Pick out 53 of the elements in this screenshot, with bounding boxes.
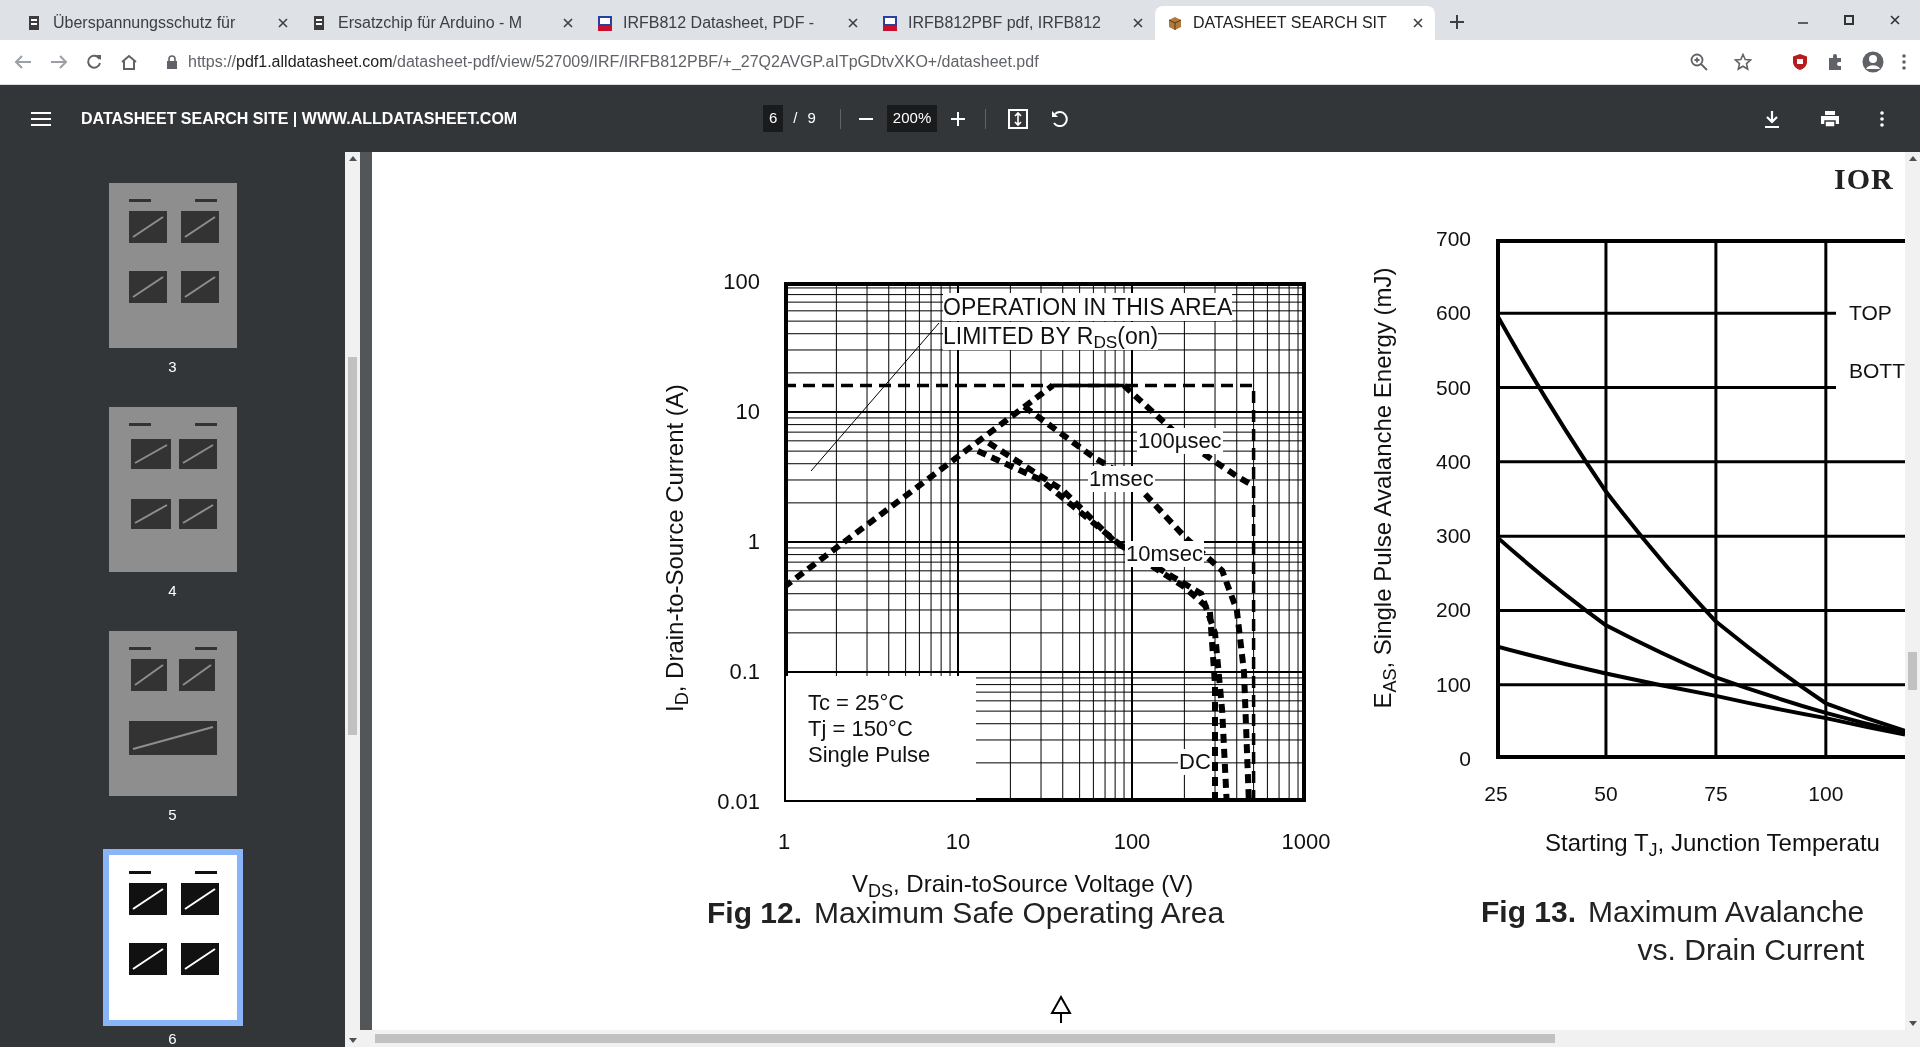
curve-label: 10msec xyxy=(1125,541,1205,567)
condition-text: Tj = 150°C xyxy=(808,716,914,742)
logo-text: IOR xyxy=(1834,164,1894,194)
tab-title: Überspannungsschutz für xyxy=(53,13,237,33)
axis-tick-label: 1000 xyxy=(1280,830,1332,854)
axis-title: V$_{DS}$, Drain-toSource Voltage (V) xyxy=(852,870,1194,898)
axis-tick-label: 10 xyxy=(734,400,760,424)
page-separator: / xyxy=(793,108,798,129)
curve-label: DC xyxy=(1178,749,1212,775)
condition-text: Tc = 25°C xyxy=(808,690,906,716)
axis-tick-label: 100 xyxy=(1434,672,1471,697)
axis-tick-label: 200 xyxy=(1434,598,1471,623)
annotation-text: OPERATION IN THIS AREA xyxy=(943,293,1233,321)
axis-tick-label: 1 xyxy=(746,530,760,554)
figure-caption: Maximum Safe Operating Area xyxy=(814,896,1225,930)
axis-title: Starting T$_{J}$, Junction Temperatu xyxy=(1545,829,1880,857)
legend-label: BOTT xyxy=(1849,358,1905,384)
figure-number: Fig 13. xyxy=(1481,894,1577,930)
axis-tick-label: 100 xyxy=(1112,830,1152,854)
legend-label: TOP xyxy=(1849,300,1892,326)
url-text: https://pdf1.alldatasheet.com/datasheet-pdf/view/527009/IRF/IRFB812PBF/+_27Q2AVGP.aITpGDtvXKO+/datasheet.pdf xyxy=(188,52,1039,72)
axis-tick-label: 25 xyxy=(1483,782,1509,806)
figure-number: Fig 12. xyxy=(707,896,803,930)
tab-title: IRFB812 Datasheet, PDF - xyxy=(623,13,816,33)
page-label: 5 xyxy=(168,807,177,823)
document-title: DATASHEET SEARCH SITE | WWW.ALLDATASHEET.COM xyxy=(81,108,519,129)
curve-label: 100µsec xyxy=(1137,428,1223,454)
axis-tick-label: 50 xyxy=(1593,782,1619,806)
condition-text: Single Pulse xyxy=(808,742,932,768)
axis-tick-label: 100 xyxy=(722,270,760,294)
axis-tick-label: 0 xyxy=(1458,747,1471,771)
axis-tick-label: 700 xyxy=(1434,227,1471,251)
page-label: 3 xyxy=(168,359,177,375)
axis-tick-label: 75 xyxy=(1703,782,1729,806)
page-label: 4 xyxy=(168,583,177,599)
annotation-text: LIMITED BY R$_{DS}$(on) xyxy=(943,322,1159,350)
figure-caption: Maximum Avalanche xyxy=(1588,894,1865,930)
axis-tick-label: 1 xyxy=(776,830,792,854)
axis-tick-label: 600 xyxy=(1434,301,1471,326)
axis-tick-label: 0.1 xyxy=(728,660,760,684)
axis-tick-label: 0.01 xyxy=(716,790,760,814)
curve-label: 1msec xyxy=(1088,466,1155,492)
axis-tick-label: 500 xyxy=(1434,375,1471,400)
figure-caption: vs. Drain Current xyxy=(1637,932,1865,968)
tab-title: IRFB812PBF pdf, IRFB812 xyxy=(908,13,1102,33)
axis-tick-label: 300 xyxy=(1434,524,1471,549)
page-label: 6 xyxy=(168,1031,177,1047)
axis-tick-label: 10 xyxy=(944,830,972,854)
axis-tick-label: 100 xyxy=(1807,782,1845,806)
axis-tick-label: 400 xyxy=(1434,449,1471,474)
page-count: 9 xyxy=(807,108,816,129)
tab-title: DATASHEET SEARCH SIT xyxy=(1193,13,1388,33)
tab-title: Ersatzchip für Arduino - M xyxy=(338,13,524,33)
